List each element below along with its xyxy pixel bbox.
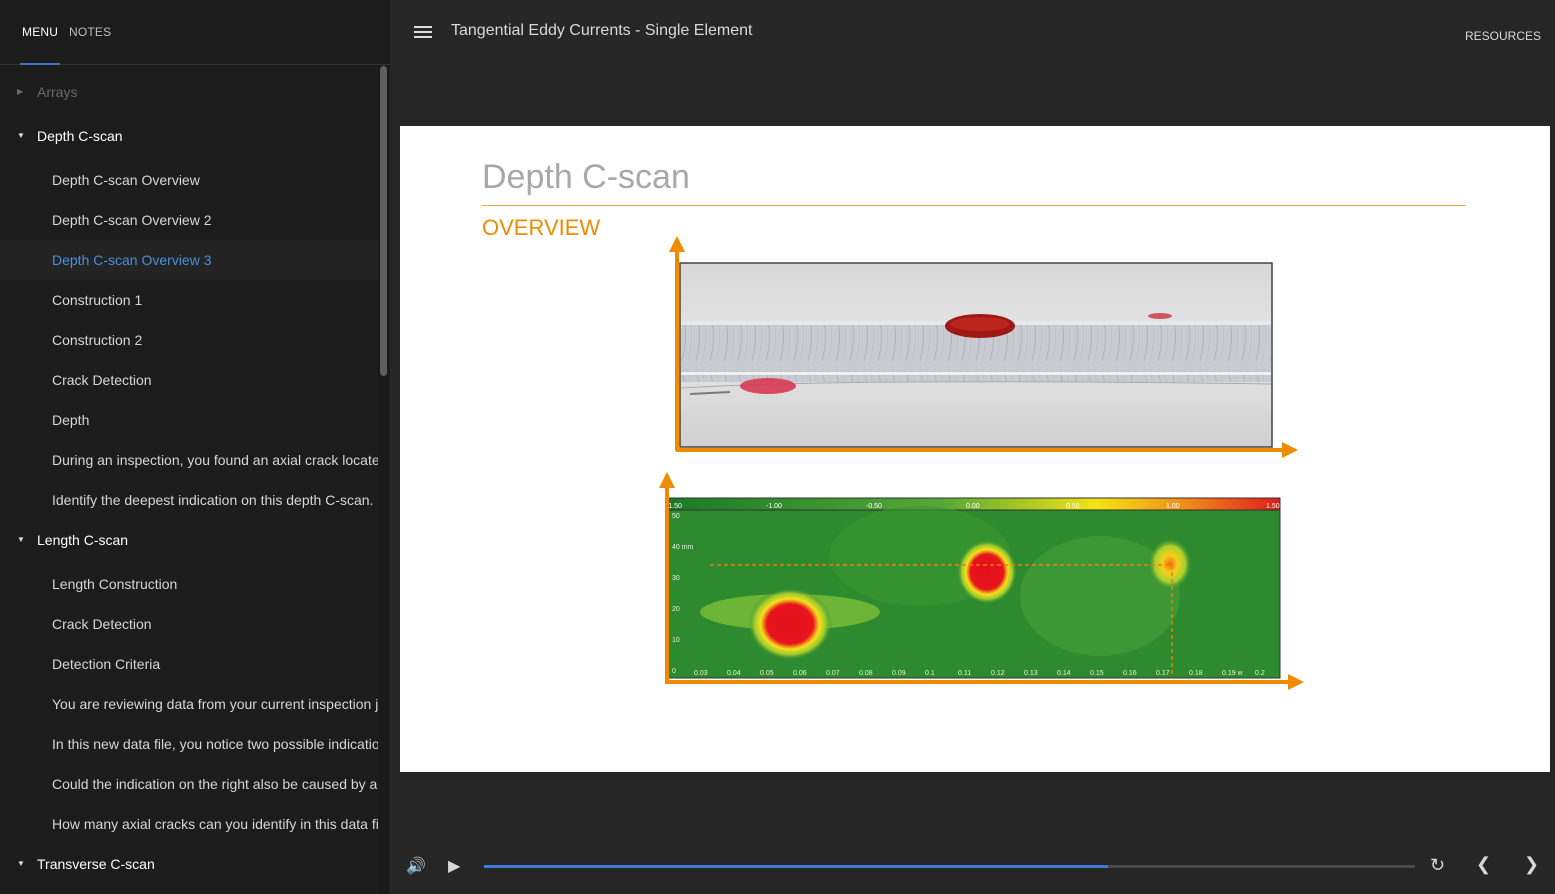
x-tick-label: 0.07 bbox=[826, 670, 840, 677]
menu-label: Transverse C-scan bbox=[37, 856, 155, 872]
chevron-right-icon[interactable]: ❯ bbox=[1524, 854, 1539, 875]
x-tick-label: 0.05 bbox=[760, 670, 774, 677]
menu-section[interactable]: ▼ Transverse C-scan bbox=[0, 844, 378, 884]
menu-section[interactable]: ▶ Arrays bbox=[0, 72, 378, 112]
scale-tick-label: 0.50 bbox=[1066, 503, 1080, 510]
x-tick-label: 0.18 bbox=[1189, 670, 1203, 677]
active-tab-indicator bbox=[20, 63, 60, 65]
caret-down-icon[interactable]: ▼ bbox=[17, 520, 25, 560]
volume-icon[interactable]: 🔊 bbox=[406, 856, 426, 876]
tab-notes[interactable]: NOTES bbox=[69, 25, 111, 39]
scale-tick-label: -1.00 bbox=[766, 503, 782, 510]
menu-label: Length Construction bbox=[52, 576, 178, 592]
y-tick-label: 50 bbox=[672, 513, 680, 520]
scrollbar-thumb[interactable] bbox=[380, 66, 387, 376]
menu-item[interactable]: Depth C-scan Overview bbox=[0, 160, 378, 200]
menu-section[interactable]: ▼ Depth C-scan bbox=[0, 116, 378, 156]
menu-label: In this new data file, you notice two po… bbox=[52, 736, 378, 752]
x-tick-label: 0.06 bbox=[793, 670, 807, 677]
menu-item[interactable]: You are reviewing data from your current… bbox=[0, 684, 378, 724]
tab-menu[interactable]: MENU bbox=[22, 25, 58, 39]
caret-right-icon[interactable]: ▶ bbox=[17, 72, 23, 112]
menu-item[interactable]: Identify the deepest indication on this … bbox=[0, 480, 378, 520]
y-tick-label: 40 mm bbox=[672, 544, 694, 551]
x-tick-label: 0.11 bbox=[958, 670, 971, 677]
menu-item[interactable]: During an inspection, you found an axial… bbox=[0, 440, 378, 480]
menu-label: How many axial cracks can you identify i… bbox=[52, 816, 378, 832]
x-tick-label: 0.08 bbox=[859, 670, 873, 677]
scale-tick-label: -0.50 bbox=[866, 503, 882, 510]
menu-item[interactable]: Depth C-scan Overview 2 bbox=[0, 200, 378, 240]
slide: Depth C-scan OVERVIEW -1.50 -1.00 -0.50 … bbox=[400, 126, 1550, 772]
y-tick-label: 0 bbox=[672, 668, 676, 675]
x-tick-label: 0.16 bbox=[1123, 670, 1137, 677]
menu-label: Crack Detection bbox=[52, 372, 152, 388]
menu-label: Arrays bbox=[37, 84, 78, 100]
menu-label: Depth C-scan Overview 2 bbox=[52, 212, 212, 228]
x-tick-label: 0.04 bbox=[727, 670, 741, 677]
menu-item[interactable]: Crack Detection bbox=[0, 360, 378, 400]
x-tick-label: 0.14 bbox=[1057, 670, 1071, 677]
x-tick-label: 0.19 w bbox=[1222, 670, 1244, 677]
menu-item[interactable]: Detection Criteria bbox=[0, 644, 378, 684]
x-tick-label: 0.09 bbox=[892, 670, 906, 677]
menu-item[interactable]: How many axial cracks can you identify i… bbox=[0, 804, 378, 844]
menu-label: During an inspection, you found an axial… bbox=[52, 452, 378, 468]
sidebar-tabs: MENU NOTES bbox=[0, 0, 390, 65]
menu-item[interactable]: Construction 1 bbox=[0, 280, 378, 320]
progress-bar[interactable] bbox=[484, 865, 1415, 868]
x-tick-label: 0.03 bbox=[694, 670, 708, 677]
weld-photo bbox=[679, 262, 1273, 448]
resources-button[interactable]: RESOURCES bbox=[1465, 29, 1541, 43]
menu-item[interactable]: Depth bbox=[0, 400, 378, 440]
menu-label: Crack Detection bbox=[52, 616, 152, 632]
menu-list: ▶ Arrays ▼ Depth C-scan Depth C-scan Overvie… bbox=[0, 66, 380, 894]
menu-label: Could the indication on the right also b… bbox=[52, 776, 378, 792]
x-tick-label: 0.13 bbox=[1024, 670, 1038, 677]
menu-item[interactable]: Length Construction bbox=[0, 564, 378, 604]
x-tick-label: 0.17 bbox=[1156, 670, 1170, 677]
x-tick-label: 0.15 bbox=[1090, 670, 1104, 677]
sidebar: MENU NOTES ▶ Arrays ▼ Depth C-scan Depth C-s… bbox=[0, 0, 390, 894]
chevron-left-icon[interactable]: ❮ bbox=[1476, 854, 1491, 875]
cscan-heatmap: -1.50 -1.00 -0.50 0.00 0.50 1.00 1.50 5040 mm3… bbox=[666, 497, 1281, 679]
caret-down-icon[interactable]: ▼ bbox=[17, 116, 25, 156]
scale-tick-label: 1.00 bbox=[1166, 503, 1180, 510]
menu-label: Identify the deepest indication on this … bbox=[52, 492, 378, 508]
menu-item[interactable]: Could the indication on the right also b… bbox=[0, 764, 378, 804]
y-tick-label: 30 bbox=[672, 575, 680, 582]
y-tick-label: 20 bbox=[672, 606, 680, 613]
menu-label: Length C-scan bbox=[37, 532, 129, 548]
menu-item[interactable]: In this new data file, you notice two po… bbox=[0, 724, 378, 764]
x-tick-label: 0.2 bbox=[1255, 670, 1265, 677]
hamburger-icon[interactable] bbox=[414, 26, 432, 40]
caret-down-icon[interactable]: ▼ bbox=[17, 844, 25, 884]
menu-label: Construction 1 bbox=[52, 292, 143, 308]
depth-cscan-figure: -1.50 -1.00 -0.50 0.00 0.50 1.00 1.50 5040 mm3… bbox=[659, 236, 1304, 690]
x-tick-label: 0.12 bbox=[991, 670, 1005, 677]
x-tick-label: 0.1 bbox=[925, 670, 935, 677]
replay-icon[interactable]: ↻ bbox=[1430, 855, 1445, 876]
player-controls: 🔊 ▶ ↻ ❮ ❯ bbox=[390, 840, 1555, 894]
menu-item[interactable]: Crack Detection bbox=[0, 604, 378, 644]
scale-tick-label: 0.00 bbox=[966, 503, 980, 510]
menu-item[interactable]: Construction 2 bbox=[0, 320, 378, 360]
play-icon[interactable]: ▶ bbox=[448, 856, 460, 876]
menu-label: Construction 2 bbox=[52, 332, 143, 348]
top-bar: Tangential Eddy Currents - Single Elemen… bbox=[390, 0, 1555, 65]
menu-label: You are reviewing data from your current… bbox=[52, 696, 378, 712]
menu-section[interactable]: ▼ Length C-scan bbox=[0, 520, 378, 560]
scale-tick-label: 1.50 bbox=[1266, 503, 1280, 510]
course-title: Tangential Eddy Currents - Single Elemen… bbox=[451, 22, 753, 39]
menu-item[interactable]: Depth C-scan Overview 3 bbox=[0, 240, 378, 280]
menu-label: Depth C-scan Overview bbox=[52, 172, 200, 188]
menu-label: Depth C-scan bbox=[37, 128, 123, 144]
menu-label: Depth bbox=[52, 412, 90, 428]
y-tick-label: 10 bbox=[672, 637, 680, 644]
progress-fill bbox=[484, 865, 1108, 868]
menu-label: Detection Criteria bbox=[52, 656, 161, 672]
menu-label: Depth C-scan Overview 3 bbox=[52, 252, 212, 268]
